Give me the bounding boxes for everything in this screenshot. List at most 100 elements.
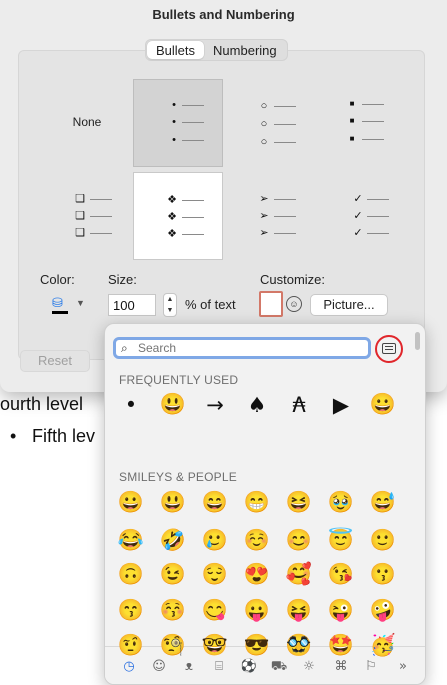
emoji-smiley-item[interactable]: 😎: [243, 632, 271, 660]
emoji-smiley-item[interactable]: 😊: [285, 527, 313, 555]
picture-button[interactable]: Picture...: [310, 294, 388, 316]
more-icon[interactable]: »: [393, 657, 413, 677]
bullet-symbol: ❖: [167, 228, 177, 240]
bullet-style-diamond[interactable]: ❖ ❖ ❖: [133, 172, 223, 260]
bullet-style-circle[interactable]: ○ ○ ○: [224, 79, 314, 167]
emoji-frequent-item[interactable]: 😃: [159, 391, 187, 419]
bullet-style-arrow[interactable]: ➢ ➢ ➢: [224, 172, 314, 260]
bullet-symbol: ■: [349, 99, 355, 108]
customize-bullet-box[interactable]: [259, 291, 283, 317]
tab-bullets[interactable]: Bullets: [147, 41, 205, 59]
emoji-frequent-item[interactable]: ♠: [243, 391, 271, 419]
search-input[interactable]: [138, 340, 363, 356]
emoji-frequent-item[interactable]: •: [117, 391, 145, 419]
food-icon[interactable]: ⌸: [209, 657, 229, 677]
bullet-style-check[interactable]: ✓ ✓ ✓: [315, 172, 405, 260]
scrollbar[interactable]: [415, 332, 420, 350]
emoji-frequent-item[interactable]: 😀: [369, 391, 397, 419]
emoji-smiley-item[interactable]: 😛: [243, 597, 271, 625]
emoji-smiley-item[interactable]: ☺️: [243, 527, 271, 555]
search-icon: ⌕: [121, 341, 128, 355]
emoji-smiley-item[interactable]: 😅: [369, 489, 397, 517]
emoji-smiley-item[interactable]: 😝: [285, 597, 313, 625]
bullet-symbol: ➢: [259, 210, 269, 222]
emoji-picker: ⌕ FREQUENTLY USED SMILEYS & PEOPLE ◷ ☺ ᴥ…: [104, 323, 426, 685]
emoji-frequent-item[interactable]: →: [201, 391, 229, 419]
symbols-icon[interactable]: ⌘: [331, 657, 351, 677]
size-suffix: % of text: [185, 297, 236, 312]
document-line-fourth-level: ourth level: [0, 394, 84, 414]
bullet-symbol: ✓: [353, 210, 363, 222]
emoji-smiley-item[interactable]: 🥸: [285, 632, 313, 660]
emoji-smiley-item[interactable]: 😇: [327, 527, 355, 555]
emoji-smiley-item[interactable]: 😁: [243, 489, 271, 517]
bullet-symbol: ○: [260, 100, 268, 112]
dialog-title: Bullets and Numbering: [152, 7, 295, 22]
reset-button[interactable]: Reset: [20, 350, 90, 372]
emoji-smiley-item[interactable]: 😋: [201, 597, 229, 625]
emoji-smiley-item[interactable]: 🥰: [285, 561, 313, 589]
emoji-smiley-item[interactable]: 🧐: [159, 632, 187, 660]
bullet-symbol: ❖: [167, 211, 177, 223]
color-picker-button[interactable]: ⛁ ▼: [48, 295, 88, 316]
emoji-smiley-item[interactable]: 😜: [327, 597, 355, 625]
emoji-smiley-item[interactable]: 🥲: [201, 527, 229, 555]
bullets-numbering-tabs: Bullets Numbering: [145, 39, 288, 61]
car-icon[interactable]: ⛟: [269, 657, 289, 677]
size-label: Size:: [108, 272, 137, 287]
emoji-smiley-item[interactable]: 🙃: [117, 561, 145, 589]
emoji-smiley-item[interactable]: 🥳: [369, 632, 397, 660]
emoji-smiley-item[interactable]: 🤪: [369, 597, 397, 625]
bullet-style-box[interactable]: ❑ ❑ ❑: [42, 172, 132, 260]
emoji-smiley-item[interactable]: 😗: [369, 561, 397, 589]
flag-icon[interactable]: ⚐: [361, 657, 381, 677]
bullet-symbol: •: [172, 134, 176, 146]
size-stepper[interactable]: ▲ ▼: [163, 293, 177, 317]
bulb-icon[interactable]: ☼: [299, 657, 319, 677]
bullet-symbol: ❑: [75, 210, 85, 222]
bullet-symbol: ❖: [167, 194, 177, 206]
emoji-smiley-item[interactable]: 😀: [117, 489, 145, 517]
emoji-smiley-item[interactable]: 😃: [159, 489, 187, 517]
bullet-symbol: ■: [349, 116, 355, 125]
bear-icon[interactable]: ᴥ: [179, 657, 199, 677]
bullet-style-disc[interactable]: • • •: [133, 79, 223, 167]
emoji-search-field[interactable]: ⌕: [113, 337, 371, 359]
emoji-smiley-item[interactable]: 😆: [285, 489, 313, 517]
emoji-smiley-item[interactable]: 😂: [117, 527, 145, 555]
bullet-style-none[interactable]: None: [42, 79, 132, 167]
character-viewer-button[interactable]: [375, 335, 403, 363]
bullet-symbol: ■: [349, 134, 355, 143]
bullet-symbol: ❑: [75, 193, 85, 205]
clock-icon[interactable]: ◷: [119, 657, 139, 677]
tab-numbering[interactable]: Numbering: [204, 41, 286, 59]
size-input[interactable]: [108, 294, 156, 316]
emoji-smiley-item[interactable]: 😄: [201, 489, 229, 517]
document-bullet: •: [10, 426, 17, 446]
emoji-smiley-item[interactable]: 😉: [159, 561, 187, 589]
bullet-symbol: ○: [260, 118, 268, 130]
ball-icon[interactable]: ⚽: [239, 657, 259, 677]
smiley-icon[interactable]: ☺: [149, 657, 169, 677]
emoji-smiley-item[interactable]: 🤣: [159, 527, 187, 555]
bullet-style-square[interactable]: ■ ■ ■: [315, 79, 405, 167]
emoji-smiley-item[interactable]: 😙: [117, 597, 145, 625]
emoji-smiley-item[interactable]: 😘: [327, 561, 355, 589]
emoji-smiley-item[interactable]: 😍: [243, 561, 271, 589]
color-swatch: [52, 311, 68, 314]
emoji-smiley-item[interactable]: 😌: [201, 561, 229, 589]
emoji-frequent-item[interactable]: ▶: [327, 391, 355, 419]
emoji-picker-button[interactable]: ☺: [286, 296, 302, 312]
emoji-smiley-item[interactable]: 🤨: [117, 632, 145, 660]
bullet-symbol: ✓: [353, 193, 363, 205]
frequently-used-header: FREQUENTLY USED: [119, 373, 239, 387]
emoji-smiley-item[interactable]: 🙂: [369, 527, 397, 555]
emoji-frequent-item[interactable]: ₳: [285, 391, 313, 419]
bullet-symbol: ➢: [259, 227, 269, 239]
color-label: Color:: [40, 272, 75, 287]
emoji-smiley-item[interactable]: 🤩: [327, 632, 355, 660]
document-line-fifth-level: • Fifth lev: [10, 426, 95, 447]
emoji-smiley-item[interactable]: 🤓: [201, 632, 229, 660]
emoji-smiley-item[interactable]: 😚: [159, 597, 187, 625]
emoji-smiley-item[interactable]: 🥹: [327, 489, 355, 517]
